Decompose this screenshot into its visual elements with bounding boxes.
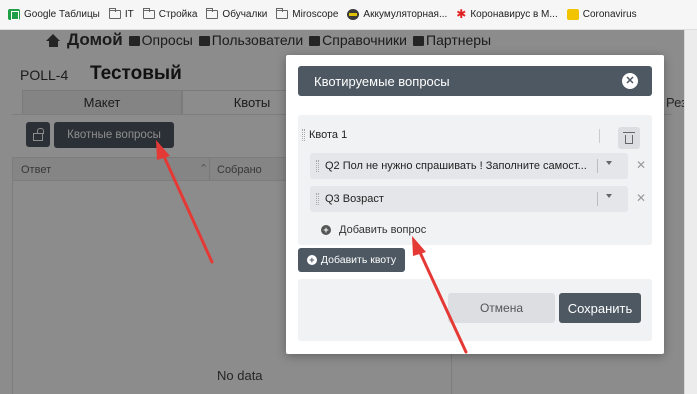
remove-question-icon[interactable]: ✕ bbox=[636, 158, 646, 172]
modal-title: Квотируемые вопросы bbox=[314, 73, 450, 89]
quota-name-row: Квота 1 bbox=[300, 124, 630, 146]
remove-question-icon[interactable]: ✕ bbox=[636, 191, 646, 205]
folder-icon bbox=[206, 8, 219, 19]
bookmark-label: Стройка bbox=[158, 9, 198, 20]
virus-icon: ✱ bbox=[456, 7, 467, 21]
sheets-icon bbox=[8, 9, 20, 20]
bookmark-stroika[interactable]: Стройка bbox=[142, 8, 198, 20]
quota-questions-modal: Квотируемые вопросы ✕ Квота 1 Q2 Пол не … bbox=[286, 55, 664, 354]
question-value: Q3 Возраст bbox=[325, 193, 384, 205]
trash-icon bbox=[623, 132, 635, 144]
save-button[interactable]: Сохранить bbox=[559, 293, 641, 323]
bookmark-label: Coronavirus bbox=[582, 9, 637, 20]
question-value: Q2 Пол не нужно спрашивать ! Заполните с… bbox=[325, 160, 587, 172]
bookmark-label: Miroscope bbox=[292, 9, 339, 20]
plus-circle-icon: + bbox=[306, 255, 317, 265]
quota-question-select[interactable]: Q2 Пол не нужно спрашивать ! Заполните с… bbox=[310, 153, 628, 179]
bookmarks-bar: Google Таблицы IT Стройка Обучалки Miros… bbox=[0, 0, 697, 30]
bookmark-battery[interactable]: Аккумуляторная... bbox=[347, 9, 447, 20]
folder-icon bbox=[276, 8, 289, 19]
add-quota-label: Добавить квоту bbox=[320, 254, 397, 266]
bookmark-it[interactable]: IT bbox=[108, 8, 134, 20]
drag-handle-icon[interactable] bbox=[316, 193, 319, 205]
quota-name-field[interactable]: Квота 1 bbox=[309, 129, 347, 141]
quota-panel: Квота 1 Q2 Пол не нужно спрашивать ! Зап… bbox=[298, 115, 652, 245]
divider bbox=[599, 129, 600, 143]
folder-icon bbox=[108, 8, 121, 19]
bookmark-google-sheets[interactable]: Google Таблицы bbox=[8, 9, 100, 20]
folder-icon bbox=[142, 8, 155, 19]
close-icon[interactable]: ✕ bbox=[622, 73, 638, 89]
drag-handle-icon[interactable] bbox=[302, 129, 305, 141]
bookmark-coronavirus[interactable]: Coronavirus bbox=[566, 9, 637, 20]
battery-icon bbox=[347, 9, 360, 20]
divider bbox=[597, 159, 598, 173]
bookmark-coronavirus-m[interactable]: ✱ Коронавирус в М... bbox=[456, 7, 558, 21]
drag-handle-icon[interactable] bbox=[316, 160, 319, 172]
bookmark-label: Обучалки bbox=[222, 9, 268, 20]
yellow-square-icon bbox=[566, 9, 579, 20]
modal-footer: Отмена Сохранить bbox=[298, 279, 652, 341]
bookmark-label: Google Таблицы bbox=[24, 9, 100, 20]
bookmark-label: IT bbox=[124, 9, 134, 20]
modal-header: Квотируемые вопросы ✕ bbox=[298, 66, 652, 96]
bookmark-label: Коронавирус в М... bbox=[470, 9, 558, 20]
bookmark-label: Аккумуляторная... bbox=[363, 9, 448, 20]
divider bbox=[597, 192, 598, 206]
add-quota-button[interactable]: + Добавить квоту bbox=[298, 248, 405, 272]
chevron-down-icon[interactable] bbox=[606, 161, 612, 165]
bookmark-obuchalki[interactable]: Обучалки bbox=[206, 8, 268, 20]
add-question-label: Добавить вопрос bbox=[339, 224, 427, 236]
bookmark-miroscope[interactable]: Miroscope bbox=[276, 8, 339, 20]
add-question-link[interactable]: + Добавить вопрос bbox=[321, 224, 426, 236]
chevron-down-icon[interactable] bbox=[606, 194, 612, 198]
delete-quota-button[interactable] bbox=[618, 127, 640, 149]
cancel-button[interactable]: Отмена bbox=[448, 293, 555, 323]
quota-question-select[interactable]: Q3 Возраст bbox=[310, 186, 628, 212]
scrollbar[interactable] bbox=[684, 30, 697, 394]
plus-circle-icon: + bbox=[321, 225, 331, 235]
